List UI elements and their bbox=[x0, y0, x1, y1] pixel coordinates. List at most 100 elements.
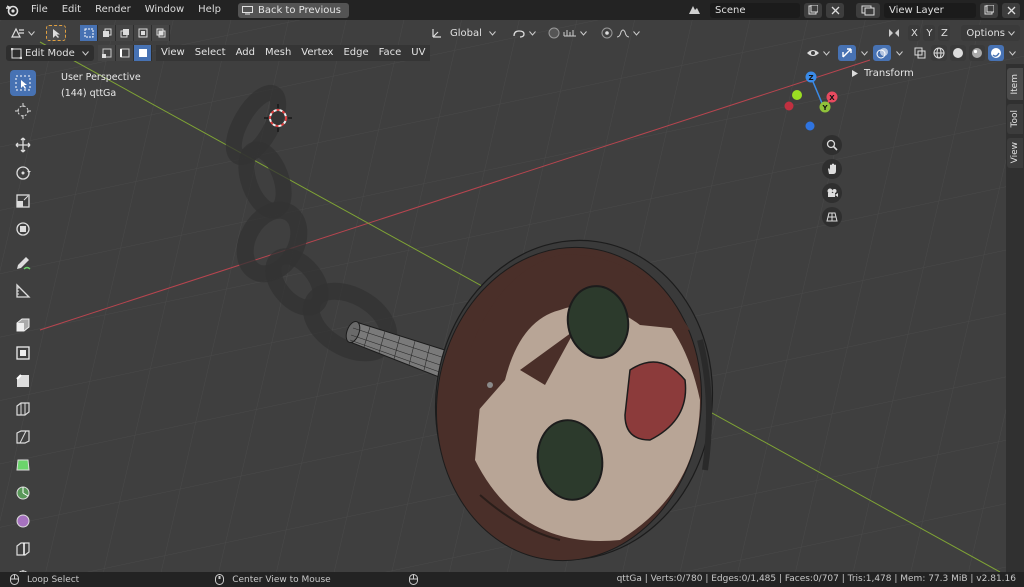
tool-knife[interactable] bbox=[10, 424, 36, 450]
menu-mesh[interactable]: Mesh bbox=[259, 45, 297, 61]
select-invert-icon[interactable] bbox=[134, 25, 152, 41]
overlays-dropdown[interactable] bbox=[894, 45, 905, 61]
tool-inset[interactable] bbox=[10, 340, 36, 366]
menu-render[interactable]: Render bbox=[88, 0, 138, 20]
menu-vertex[interactable]: Vertex bbox=[296, 45, 339, 61]
transform-orientation-dropdown[interactable]: Global bbox=[426, 25, 501, 41]
viewport-info: User Perspective (144) qttGa bbox=[61, 70, 141, 102]
mirror-axis-y[interactable]: Y bbox=[923, 25, 936, 41]
tool-measure[interactable] bbox=[10, 278, 36, 304]
select-subtract-icon[interactable] bbox=[116, 25, 134, 41]
gizmo-neg-y-icon[interactable] bbox=[792, 90, 802, 100]
gizmo-neg-z-icon[interactable] bbox=[805, 121, 815, 131]
gizmo-dropdown[interactable] bbox=[859, 45, 870, 61]
bevel-icon bbox=[16, 374, 29, 387]
chevron-down-icon bbox=[529, 30, 536, 36]
blender-logo-icon[interactable] bbox=[0, 0, 24, 20]
mode-dropdown[interactable]: Edit Mode bbox=[6, 45, 94, 61]
menu-select[interactable]: Select bbox=[189, 45, 231, 61]
camera-view-button[interactable] bbox=[822, 183, 842, 203]
mirror-icon bbox=[889, 29, 900, 37]
face-select-icon[interactable] bbox=[134, 45, 152, 61]
select-extend-icon[interactable] bbox=[98, 25, 116, 41]
menu-view[interactable]: View bbox=[156, 45, 190, 61]
scene-field[interactable]: Scene bbox=[710, 2, 800, 18]
tab-tool[interactable]: Tool bbox=[1007, 104, 1023, 134]
mirror-toggle[interactable] bbox=[883, 25, 905, 41]
view-layer-field[interactable]: View Layer bbox=[884, 2, 976, 18]
new-view-layer-icon[interactable] bbox=[980, 2, 998, 18]
view-layer-icon[interactable] bbox=[856, 2, 880, 18]
shading-solid[interactable] bbox=[950, 45, 966, 61]
options-dropdown[interactable]: Options bbox=[961, 25, 1020, 41]
snap-toggle[interactable] bbox=[543, 25, 592, 41]
menu-face[interactable]: Face bbox=[373, 45, 407, 61]
menu-add[interactable]: Add bbox=[230, 45, 260, 61]
tool-smooth[interactable] bbox=[10, 508, 36, 534]
select-tool-button[interactable] bbox=[46, 25, 66, 41]
edge-select-icon[interactable] bbox=[116, 45, 134, 61]
tool-loop-cut[interactable] bbox=[10, 396, 36, 422]
chevron-down-icon bbox=[28, 30, 35, 36]
proportional-editing-toggle[interactable] bbox=[596, 25, 645, 41]
tool-scale[interactable] bbox=[10, 188, 36, 214]
chevron-down-icon bbox=[823, 50, 830, 56]
3d-viewport[interactable]: Global X Y Z Options Edit Mode View Sele… bbox=[0, 20, 1024, 572]
menu-uv[interactable]: UV bbox=[406, 45, 431, 61]
select-new-icon[interactable] bbox=[80, 25, 98, 41]
xray-toggle[interactable] bbox=[912, 45, 928, 61]
cursor-crosshair-icon bbox=[15, 103, 31, 119]
tool-rotate[interactable] bbox=[10, 160, 36, 186]
tool-extrude[interactable] bbox=[10, 312, 36, 338]
mirror-axis-x[interactable]: X bbox=[908, 25, 921, 41]
menu-help[interactable]: Help bbox=[191, 0, 228, 20]
tab-item-label: Item bbox=[1010, 73, 1020, 95]
menu-edit[interactable]: Edit bbox=[55, 0, 88, 20]
extrude-icon bbox=[16, 318, 30, 332]
menu-edge[interactable]: Edge bbox=[338, 45, 374, 61]
shading-wireframe[interactable] bbox=[931, 45, 947, 61]
screen-icon bbox=[241, 5, 253, 14]
tool-edge-slide[interactable] bbox=[10, 536, 36, 562]
pivot-point-dropdown[interactable] bbox=[507, 25, 541, 41]
tab-view[interactable]: View bbox=[1007, 138, 1023, 168]
select-intersect-icon[interactable] bbox=[152, 25, 170, 41]
gizmo-x-label: X bbox=[829, 94, 835, 102]
menu-window[interactable]: Window bbox=[138, 0, 191, 20]
tab-item[interactable]: Item bbox=[1007, 68, 1023, 100]
tool-spin[interactable] bbox=[10, 480, 36, 506]
tool-bevel[interactable] bbox=[10, 368, 36, 394]
shading-dropdown[interactable] bbox=[1007, 45, 1018, 61]
edit-mode-icon bbox=[11, 47, 22, 59]
menu-file[interactable]: File bbox=[24, 0, 55, 20]
tool-move[interactable] bbox=[10, 132, 36, 158]
transform-panel-header[interactable]: Transform bbox=[852, 64, 914, 82]
overlays-toggle[interactable] bbox=[873, 45, 891, 61]
vertex-select-icon[interactable] bbox=[98, 45, 116, 61]
gizmo-neg-x-icon[interactable] bbox=[784, 101, 794, 111]
perspective-toggle-button[interactable] bbox=[822, 207, 842, 227]
tab-tool-label: Tool bbox=[1010, 110, 1020, 128]
tool-shrink-fatten[interactable] bbox=[10, 564, 36, 572]
tool-transform[interactable] bbox=[10, 216, 36, 242]
remove-scene-icon[interactable] bbox=[826, 2, 844, 18]
remove-view-layer-icon[interactable] bbox=[1002, 2, 1020, 18]
mirror-axis-z[interactable]: Z bbox=[938, 25, 951, 41]
back-to-previous-button[interactable]: Back to Previous bbox=[237, 2, 349, 18]
knife-icon bbox=[16, 430, 30, 444]
proportional-dot-icon bbox=[601, 27, 613, 39]
tool-poly-build[interactable] bbox=[10, 452, 36, 478]
visibility-dropdown[interactable] bbox=[801, 45, 835, 61]
scene-icon[interactable] bbox=[682, 3, 706, 18]
tool-annotate[interactable] bbox=[10, 250, 36, 276]
mouse-left-icon bbox=[10, 574, 19, 585]
editor-type-button[interactable] bbox=[6, 25, 40, 41]
shading-rendered[interactable] bbox=[988, 45, 1004, 61]
new-scene-icon[interactable] bbox=[804, 2, 822, 18]
shading-material[interactable] bbox=[969, 45, 985, 61]
gizmo-toggle[interactable] bbox=[838, 45, 856, 61]
tool-select-box[interactable] bbox=[10, 70, 36, 96]
zoom-view-button[interactable] bbox=[822, 135, 842, 155]
tool-cursor[interactable] bbox=[10, 98, 36, 124]
pan-view-button[interactable] bbox=[822, 159, 842, 179]
